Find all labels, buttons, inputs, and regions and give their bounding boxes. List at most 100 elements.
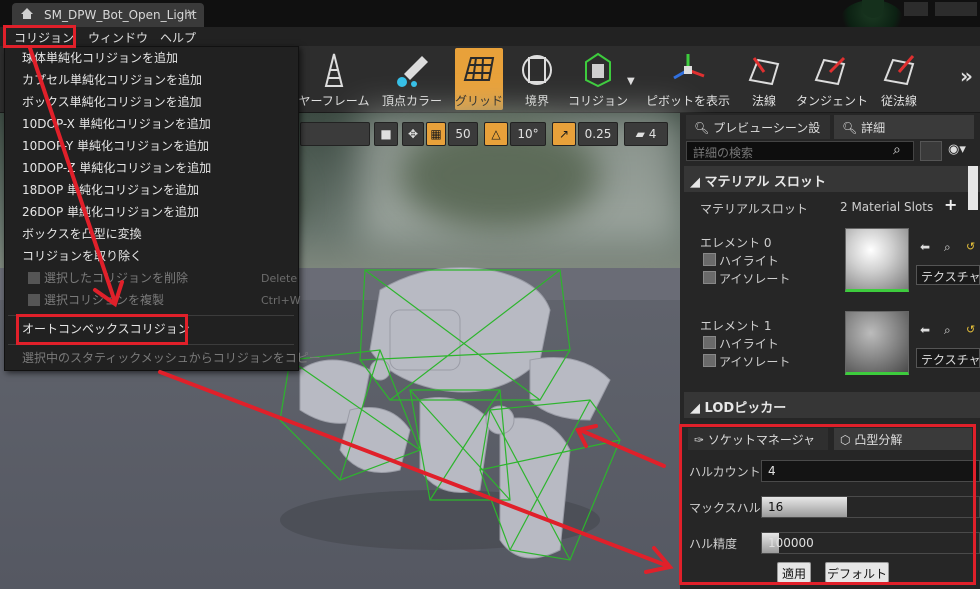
element-0-texture-label: テクスチャ — [921, 270, 980, 284]
search-placeholder: 詳細の検索 — [693, 146, 754, 160]
collapse-arrow-icon: ◢ — [690, 401, 700, 416]
material-slots-count: 2 Material Slots — [840, 200, 934, 214]
use-selected-asset-icon[interactable]: ⬅ — [920, 240, 930, 254]
viewport-transform-tools[interactable] — [300, 122, 370, 146]
menu-add-10dop-z-collision[interactable]: 10DOP-Z 単純化コリジョンを追加 — [22, 159, 211, 181]
magnifier-icon: 🔍︎ — [694, 121, 710, 135]
element-1-material-thumbnail[interactable] — [845, 311, 909, 375]
menu-add-10dop-x-collision[interactable]: 10DOP-X 単純化コリジョンを追加 — [22, 115, 211, 137]
world-local-icon[interactable]: ✥ — [402, 122, 424, 146]
collision-dropdown-arrow-icon[interactable]: ▼ — [627, 76, 635, 87]
element-1-isolate-checkbox[interactable] — [703, 354, 716, 367]
property-matrix-icon[interactable] — [920, 141, 942, 161]
tab-close-icon[interactable]: × — [186, 6, 196, 20]
camera-speed-button[interactable]: ▰ 4 — [624, 122, 668, 146]
lod-picker-title: LODピッカー — [704, 401, 787, 416]
menu-window[interactable]: ウィンドウ — [80, 27, 154, 46]
scale-snap-icon[interactable]: ↗ — [552, 122, 576, 146]
menu-add-sphere-collision[interactable]: 球体単純化コリジョンを追加 — [22, 49, 178, 71]
element-1-texture-combo[interactable]: テクスチャ — [916, 348, 980, 368]
details-search-input[interactable]: 詳細の検索 — [686, 141, 914, 161]
toolbar-bounds-button[interactable]: 境界 — [514, 48, 560, 110]
camera-icon: ▰ — [635, 127, 645, 141]
toolbar-grid-label: グリッド — [455, 94, 504, 108]
element-0-material-thumbnail[interactable] — [845, 228, 909, 292]
tab-details-label: 詳細 — [861, 121, 886, 135]
tab-preview-scene-settings[interactable]: 🔍︎ プレビューシーン設 — [686, 115, 830, 139]
toolbar-collision-button[interactable]: コリジョン — [566, 48, 630, 110]
toolbar-collision-label: コリジョン — [567, 94, 628, 108]
toolbar-tangents-label: タンジェント — [796, 94, 869, 108]
material-slots-header[interactable]: ◢ マテリアル スロット — [684, 166, 980, 192]
tab-details[interactable]: 🔍︎ 詳細 — [834, 115, 974, 139]
toolbar-bounds-label: 境界 — [524, 94, 549, 108]
element-1-highlight-label: ハイライト — [719, 337, 779, 351]
menu-add-box-collision[interactable]: ボックス単純化コリジョンを追加 — [22, 93, 202, 115]
reset-to-default-icon[interactable]: ↺ — [966, 240, 975, 253]
visibility-eye-icon[interactable]: ◉▾ — [948, 142, 966, 157]
collapse-arrow-icon: ◢ — [690, 175, 700, 190]
menu-copy-collision-from-selected[interactable]: 選択中のスタティックメッシュからコリジョンをコピー — [22, 349, 321, 371]
toolbar-vertex-color-button[interactable]: 頂点カラー — [378, 48, 446, 110]
grid-snap-icon[interactable]: ▦ — [426, 122, 446, 146]
element-0-highlight-checkbox[interactable] — [703, 253, 716, 266]
lod-picker-header[interactable]: ◢ LODピッカー — [684, 392, 980, 418]
details-scrollbar[interactable] — [968, 166, 978, 210]
material-slots-title: マテリアル スロット — [704, 175, 826, 190]
grid-icon — [463, 57, 495, 81]
menu-remove-collision[interactable]: コリジョンを取り除く — [22, 247, 142, 269]
menu-add-18dop-collision[interactable]: 18DOP 単純化コリジョンを追加 — [22, 181, 199, 203]
reset-to-default-icon[interactable]: ↺ — [966, 323, 975, 336]
element-0-isolate-label: アイソレート — [719, 272, 791, 286]
menu-add-26dop-collision[interactable]: 26DOP 単純化コリジョンを追加 — [22, 203, 199, 225]
element-1-label: エレメント 1 — [700, 319, 772, 333]
toolbar-show-pivot-label: ピボットを表示 — [646, 94, 731, 108]
add-material-slot-icon[interactable]: + — [944, 195, 957, 214]
element-0-texture-combo[interactable]: テクスチャ — [916, 265, 980, 285]
browse-asset-icon[interactable]: ⌕ — [944, 240, 951, 255]
scale-snap-value[interactable]: 0.25 — [578, 122, 618, 146]
toolbar-binormals-button[interactable]: 従法線 — [876, 48, 922, 110]
element-1-highlight-checkbox[interactable] — [703, 336, 716, 349]
surface-snap-icon[interactable]: ■ — [374, 122, 398, 146]
element-1-isolate-label: アイソレート — [719, 355, 791, 369]
normals-icon — [748, 57, 780, 86]
use-selected-asset-icon[interactable]: ⬅ — [920, 323, 930, 337]
menu-duplicate-selected-collision[interactable]: 選択コリジョンを複製 — [44, 291, 164, 313]
static-mesh-icon — [21, 8, 33, 19]
shortcut-delete: Delete — [261, 272, 298, 285]
search-icon[interactable]: ⌕ — [893, 142, 901, 158]
material-slots-label: マテリアルスロット — [700, 202, 808, 216]
rotation-snap-icon[interactable]: △ — [484, 122, 508, 146]
grid-snap-value[interactable]: 50 — [448, 122, 478, 146]
element-1-texture-label: テクスチャ — [921, 353, 980, 367]
menu-convert-boxes-to-convex[interactable]: ボックスを凸型に変換 — [22, 225, 142, 247]
element-0-highlight-label: ハイライト — [719, 254, 779, 268]
toolbar-wireframe-label: ヤーフレーム — [298, 94, 370, 108]
window-close-button[interactable] — [935, 2, 977, 16]
rotation-snap-value[interactable]: 10° — [510, 122, 546, 146]
menu-help[interactable]: ヘルプ — [152, 27, 202, 46]
asset-tab-title: SM_DPW_Bot_Open_Light — [44, 8, 197, 22]
toolbar-show-pivot-button[interactable]: ピボットを表示 — [646, 48, 730, 110]
browse-asset-icon[interactable]: ⌕ — [944, 323, 951, 338]
toolbar-grid-button[interactable]: グリッド — [455, 48, 503, 110]
magnifier-icon: 🔍︎ — [842, 121, 858, 135]
camera-speed-value: 4 — [648, 127, 657, 141]
shortcut-duplicate: Ctrl+W — [261, 294, 301, 307]
element-0-label: エレメント 0 — [700, 236, 772, 250]
annotation-box-collision-menu — [3, 25, 76, 48]
menu-delete-selected-collision[interactable]: 選択したコリジョンを削除 — [44, 269, 188, 291]
annotation-box-auto-convex — [16, 314, 188, 345]
toolbar-overflow-icon[interactable]: » — [960, 64, 973, 88]
toolbar-wireframe-button[interactable]: ヤーフレーム — [296, 48, 372, 110]
menu-add-capsule-collision[interactable]: カプセル単純化コリジョンを追加 — [22, 71, 202, 93]
asset-tab[interactable]: SM_DPW_Bot_Open_Light — [12, 3, 204, 27]
window-minimize-button[interactable] — [904, 2, 928, 16]
element-0-isolate-checkbox[interactable] — [703, 271, 716, 284]
toolbar-tangents-button[interactable]: タンジェント — [796, 48, 869, 110]
annotation-box-convex-decomposition — [679, 424, 976, 585]
menu-add-10dop-y-collision[interactable]: 10DOP-Y 単純化コリジョンを追加 — [22, 137, 209, 159]
toolbar-normals-button[interactable]: 法線 — [744, 48, 784, 110]
tangents-icon — [814, 56, 846, 86]
